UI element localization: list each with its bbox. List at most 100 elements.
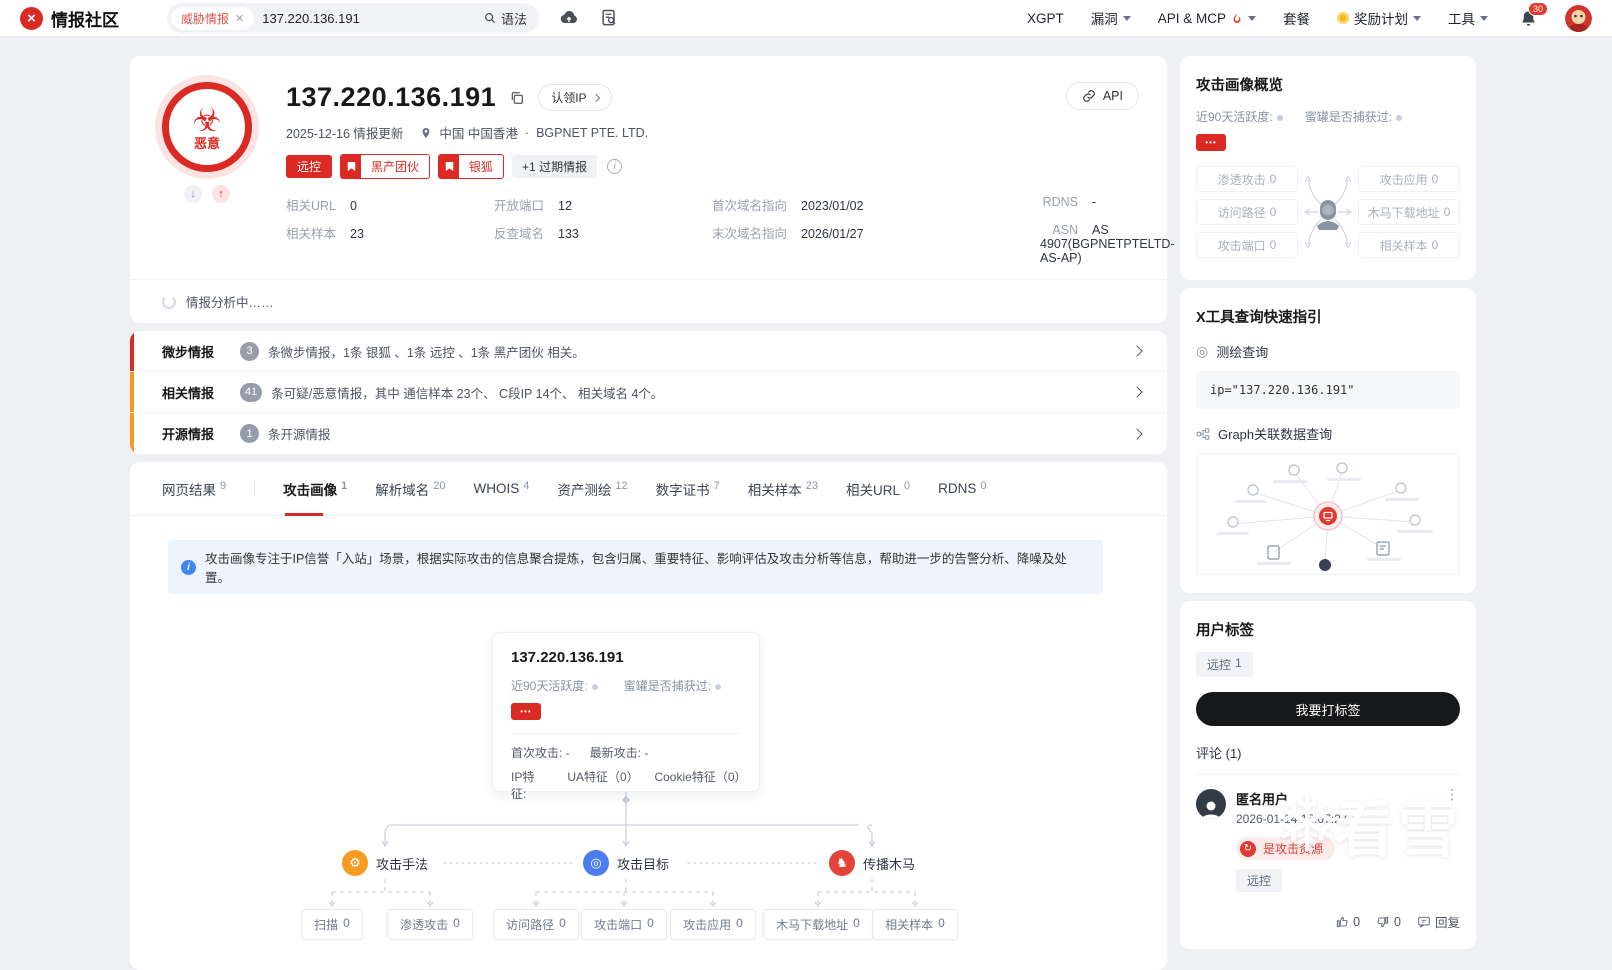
leaf-scan[interactable]: 扫描 0: [301, 909, 363, 940]
tab-whois[interactable]: WHOIS 4: [474, 462, 530, 516]
tab-resolved-domains[interactable]: 解析域名 20: [375, 462, 445, 516]
more-menu-icon[interactable]: ⋮: [1445, 787, 1460, 803]
info-dot-icon[interactable]: [591, 684, 598, 690]
cloud-upload-icon[interactable]: [559, 8, 579, 28]
cookie-feature: Cookie特征（0）: [654, 770, 747, 784]
user-tags-card: 用户标签 远控 1 我要打标签 评论 (1) 匿名用户 2026-01-14 15…: [1180, 601, 1476, 949]
tab-asset-mapping[interactable]: 资产测绘 12: [557, 462, 627, 516]
info-dot-icon[interactable]: [715, 684, 722, 690]
leaf-penetration[interactable]: 渗透攻击 0: [387, 909, 473, 940]
tab-related-url[interactable]: 相关URL 0: [846, 462, 910, 516]
info-dot-icon[interactable]: [1396, 115, 1403, 121]
nav-item-tools[interactable]: 工具: [1448, 8, 1488, 28]
intel-row-related[interactable]: 相关情报 41 条可疑/恶意情报，其中 通信样本 23个、 C段IP 14个、 …: [130, 372, 1167, 413]
nav-item-plans[interactable]: 套餐: [1283, 8, 1310, 28]
fire-icon: [1233, 13, 1241, 23]
graph-preview[interactable]: [1196, 453, 1460, 575]
vote-down-button[interactable]: ↓: [184, 185, 202, 203]
copy-icon[interactable]: [509, 90, 525, 106]
nav-item-rewards[interactable]: 奖励计划: [1337, 8, 1421, 28]
main-column: ☣ 恶意 ↓ ↑ 137.220.136.191 认领IP 2025-12-16…: [130, 56, 1175, 970]
tab-rdns[interactable]: RDNS 0: [938, 462, 986, 516]
close-icon[interactable]: ✕: [235, 12, 244, 25]
ip-profile-card: 137.220.136.191 近90天活跃度: 蜜罐是否捕获过: ••• 首次…: [492, 632, 760, 801]
nav-item-xgpt[interactable]: XGPT: [1027, 11, 1064, 26]
chevron-right-icon[interactable]: [1131, 386, 1143, 398]
stat-first-domain: 首次域名指向 2023/01/02: [712, 199, 864, 213]
info-dot-icon[interactable]: [1276, 115, 1283, 121]
attack-resource-icon: ↻: [1240, 840, 1256, 857]
trojan-icon: ♞: [828, 850, 855, 876]
notifications-button[interactable]: 30: [1519, 1, 1548, 28]
nav-item-api-mcp[interactable]: API & MCP: [1158, 11, 1256, 26]
leaf-attack-app[interactable]: 攻击应用 0: [670, 909, 756, 940]
attack-overview-card: 攻击画像概览 近90天活跃度: 蜜罐是否捕获过: ••• 渗透攻击 0 访问路径 0…: [1180, 56, 1476, 280]
file-search-icon[interactable]: [599, 8, 619, 28]
add-tag-button[interactable]: 我要打标签: [1196, 692, 1460, 726]
claim-ip-button[interactable]: 认领IP: [538, 84, 612, 111]
overview-box-attack-port[interactable]: 攻击端口 0: [1196, 232, 1298, 258]
intel-row-threatbook[interactable]: 微步情报 3 条微步情报，1条 银狐 、1条 远控 、1条 黑产团伙 相关。: [130, 331, 1167, 372]
stat-related-url: 相关URL 0: [286, 199, 357, 213]
info-icon: i: [181, 559, 196, 575]
latest-attack: 最新攻击: -: [589, 746, 649, 760]
threat-ring: ☣ 恶意: [162, 82, 252, 172]
search-bar[interactable]: 威胁情报 ✕ 语法: [167, 3, 539, 33]
tag-remote-control[interactable]: 远控: [286, 155, 333, 178]
location-pin-icon: [422, 127, 430, 138]
overview-box-access-path[interactable]: 访问路径 0: [1196, 199, 1298, 225]
search-input[interactable]: [262, 10, 475, 26]
leaf-related-sample[interactable]: 相关样本 0: [872, 909, 958, 940]
user-tag-remote-control[interactable]: 远控 1: [1196, 652, 1253, 677]
info-icon[interactable]: i: [607, 159, 623, 174]
tab-related-samples[interactable]: 相关样本 23: [748, 462, 818, 516]
avatar[interactable]: [1565, 4, 1592, 32]
like-button[interactable]: 0: [1335, 915, 1360, 929]
tag-silver-fox[interactable]: 银狐: [438, 154, 505, 179]
comment-tag[interactable]: 远控: [1236, 869, 1283, 892]
stat-open-ports: 开放端口 12: [494, 199, 572, 213]
brand-name: 情报社区: [51, 10, 119, 30]
tab-certificates[interactable]: 数字证书 7: [656, 462, 720, 516]
tab-web-results[interactable]: 网页结果 9: [162, 462, 226, 516]
tab-attack-profile[interactable]: 攻击画像 1: [283, 462, 347, 516]
dislike-button[interactable]: 0: [1376, 915, 1401, 929]
leaf-trojan-url[interactable]: 木马下载地址 0: [763, 909, 873, 940]
nav-item-vulns[interactable]: 漏洞: [1091, 8, 1131, 28]
stat-rdns: RDNS -: [1042, 195, 1097, 209]
overview-box-attack-app[interactable]: 攻击应用 0: [1358, 166, 1460, 192]
overview-box-trojan-url[interactable]: 木马下载地址 0: [1358, 199, 1460, 225]
leaf-attack-port[interactable]: 攻击端口 0: [581, 909, 667, 940]
comment-time: 2026-01-14 15:07:27: [1236, 812, 1348, 826]
node-attack-target: ◎ 攻击目标: [582, 850, 669, 876]
leaf-access-path[interactable]: 访问路径 0: [493, 909, 579, 940]
vote-up-button[interactable]: ↑: [212, 185, 230, 203]
brand[interactable]: × 情报社区: [20, 6, 119, 31]
honeypot-label: 蜜罐是否捕获过:: [624, 677, 722, 694]
stat-asn: ASN AS 4907(BGPNETPTELTD-AS-AP): [1040, 223, 1175, 265]
mapping-query-code[interactable]: ip="137.220.136.191": [1196, 371, 1460, 409]
tag-black-industry[interactable]: 黑产团伙: [340, 154, 431, 179]
intel-summary-card: 微步情报 3 条微步情报，1条 银狐 、1条 远控 、1条 黑产团伙 相关。 相…: [130, 331, 1167, 454]
chevron-down-icon: [1248, 15, 1256, 21]
threat-tags: 远控 黑产团伙 银狐 +1 过期情报 i: [286, 154, 1175, 179]
reply-button[interactable]: 回复: [1417, 912, 1460, 931]
detail-card: 网页结果 9 攻击画像 1 解析域名 20 WHOIS 4 资产测绘 12 数字证书 7 相…: [130, 462, 1167, 970]
nav-menu: XGPT 漏洞 API & MCP 套餐 奖励计划 工具 30: [1027, 1, 1592, 32]
intel-row-opensource[interactable]: 开源情报 1 条开源情报: [130, 413, 1167, 454]
link-icon: [1083, 90, 1095, 102]
chevron-right-icon[interactable]: [1131, 427, 1143, 440]
chevron-right-icon[interactable]: [1131, 345, 1143, 357]
api-button[interactable]: API: [1065, 82, 1139, 110]
verdict-label: 恶意: [193, 135, 220, 151]
overview-box-related-sample[interactable]: 相关样本 0: [1358, 232, 1460, 258]
activity-label: 近90天活跃度:: [1196, 108, 1283, 125]
ip-summary-card: ☣ 恶意 ↓ ↑ 137.220.136.191 认领IP 2025-12-16…: [130, 56, 1175, 323]
overview-box-penetration[interactable]: 渗透攻击 0: [1196, 166, 1298, 192]
tag-expired-intel[interactable]: +1 过期情报: [512, 155, 598, 178]
syntax-helper[interactable]: 语法: [483, 9, 527, 28]
search-scope-tab[interactable]: 威胁情报 ✕: [171, 6, 255, 30]
ip-location: 中国 中国香港: [439, 127, 518, 141]
hacker-icon: [1303, 175, 1353, 249]
attack-target-icon: ◎: [582, 850, 609, 876]
